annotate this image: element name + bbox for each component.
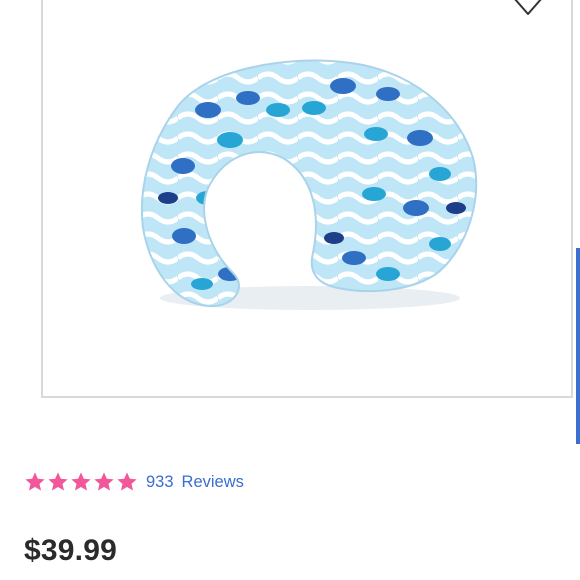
rating-row[interactable]: 933 Reviews [24,470,244,494]
star-rating [24,471,139,493]
product-image[interactable] [138,48,478,312]
review-count[interactable]: 933 [146,470,174,494]
star-icon [94,472,114,491]
product-price: $39.99 [24,534,117,567]
reviews-link[interactable]: Reviews [182,470,244,494]
heart-outline-icon[interactable] [508,0,548,20]
star-icon [48,472,68,491]
star-icon [71,472,91,491]
star-icon [117,472,137,491]
star-icon [25,472,45,491]
scrollbar[interactable] [576,248,580,444]
